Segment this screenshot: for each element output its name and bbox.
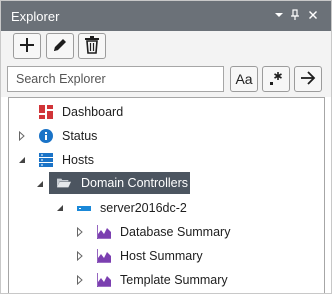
go-button[interactable] xyxy=(294,66,322,92)
tree-item-host-summary[interactable]: Host Summary xyxy=(9,246,324,266)
match-case-button[interactable]: Aa xyxy=(230,66,258,92)
add-icon xyxy=(19,37,35,56)
selection-highlight: Domain Controllers xyxy=(49,172,190,194)
edit-icon xyxy=(51,36,69,57)
expand-arrow-icon[interactable] xyxy=(75,275,85,285)
tree-item-template-summary[interactable]: Template Summary xyxy=(9,270,324,290)
expand-arrow-icon[interactable] xyxy=(17,131,27,141)
chevron-down-icon[interactable] xyxy=(271,7,287,23)
add-button[interactable] xyxy=(13,33,41,59)
explorer-tree: Dashboard Status Hosts Domain Controller… xyxy=(8,97,325,293)
tree-item-label: Dashboard xyxy=(62,105,124,119)
go-arrow-icon xyxy=(300,70,316,88)
tree-item-label: Hosts xyxy=(62,153,94,167)
title-bar: Explorer xyxy=(1,1,331,31)
folder-open-icon xyxy=(57,176,71,190)
delete-button[interactable] xyxy=(78,33,106,59)
expand-arrow-icon[interactable] xyxy=(75,227,85,237)
tree-item-database-summary[interactable]: Database Summary xyxy=(9,222,324,242)
explorer-panel: Explorer Search Explorer Aa Dashboard St… xyxy=(0,0,332,294)
dashboard-icon xyxy=(39,105,53,119)
tree-item-domain-controllers[interactable]: Domain Controllers xyxy=(9,172,324,194)
tree-item-server[interactable]: server2016dc-2 xyxy=(9,198,324,218)
tree-item-status[interactable]: Status xyxy=(9,126,324,146)
chart-icon xyxy=(97,249,111,263)
panel-title: Explorer xyxy=(11,9,60,24)
server-icon xyxy=(77,201,91,215)
toolbar xyxy=(1,31,331,61)
collapse-arrow-icon[interactable] xyxy=(55,203,65,213)
match-case-icon: Aa xyxy=(235,71,253,87)
tree-item-dashboard[interactable]: Dashboard xyxy=(9,102,324,122)
tree-item-label: Database Summary xyxy=(120,225,231,239)
close-icon[interactable] xyxy=(305,7,321,23)
regex-button[interactable] xyxy=(262,66,290,92)
tree-item-label: Domain Controllers xyxy=(81,176,188,190)
tree-item-hosts[interactable]: Hosts xyxy=(9,150,324,170)
info-icon xyxy=(39,129,53,143)
tree-item-label: server2016dc-2 xyxy=(100,201,187,215)
tree-item-label: Status xyxy=(62,129,98,143)
pin-icon[interactable] xyxy=(287,7,303,23)
chart-icon xyxy=(97,273,111,287)
tree-item-label: Template Summary xyxy=(120,273,228,287)
delete-icon xyxy=(84,35,100,57)
search-input[interactable] xyxy=(7,66,224,92)
edit-button[interactable] xyxy=(46,33,74,59)
expand-arrow-icon[interactable] xyxy=(75,251,85,261)
search-row: Aa xyxy=(1,61,331,97)
hosts-icon xyxy=(39,153,53,167)
collapse-arrow-icon[interactable] xyxy=(35,179,45,189)
regex-icon xyxy=(268,70,284,89)
collapse-arrow-icon[interactable] xyxy=(17,155,27,165)
chart-icon xyxy=(97,225,111,239)
tree-item-label: Host Summary xyxy=(120,249,203,263)
